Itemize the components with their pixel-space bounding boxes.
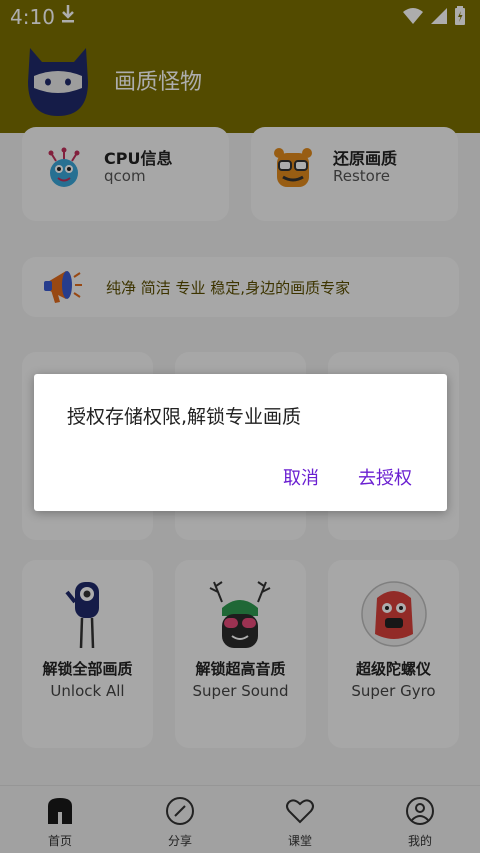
permission-dialog: 授权存储权限,解锁专业画质 取消 去授权 [34,374,447,511]
cancel-button[interactable]: 取消 [283,464,319,490]
dialog-message: 授权存储权限,解锁专业画质 [67,406,302,428]
authorize-button[interactable]: 去授权 [358,464,412,490]
